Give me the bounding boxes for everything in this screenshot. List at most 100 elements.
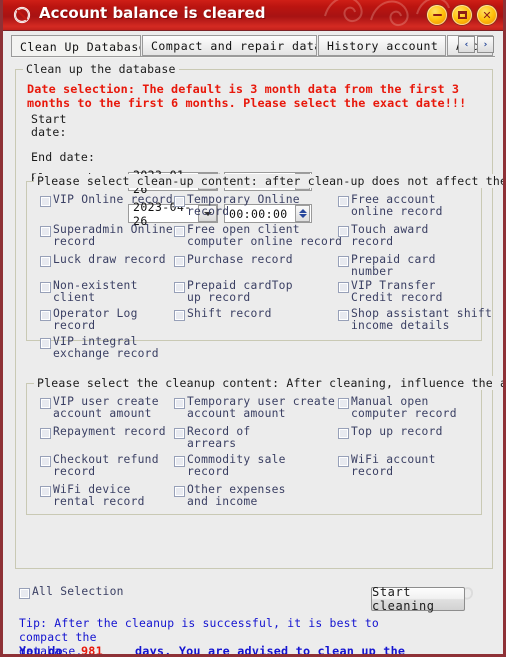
cleanup-content-group-two-legend: Please select the cleanup content: After… xyxy=(34,376,503,390)
cleanup-item-label: Manual open computer record xyxy=(351,395,457,420)
cleanup-item-checkbox[interactable]: Free open client computer online record xyxy=(174,224,342,248)
checkbox-box xyxy=(174,196,185,207)
ring-icon xyxy=(13,6,31,24)
checkbox-box xyxy=(338,226,349,237)
checkbox-box xyxy=(338,282,349,293)
application-window: Account balance is cleared ✕ Clean Up Da… xyxy=(0,0,506,657)
tab-clean-up-database[interactable]: Clean Up Database xyxy=(11,35,141,58)
cleanup-item-label: Operator Log record xyxy=(53,307,138,332)
cleanup-item-checkbox[interactable]: Free account online record xyxy=(338,194,443,218)
cleanup-item-checkbox[interactable]: Prepaid cardTop up record xyxy=(174,280,293,304)
window-title: Account balance is cleared xyxy=(39,4,266,22)
cleanup-item-checkbox[interactable]: VIP user create account amount xyxy=(40,396,159,420)
cleanup-item-checkbox[interactable]: Superadmin Online record xyxy=(40,224,173,248)
checkbox-box xyxy=(174,428,185,439)
cleanup-item-checkbox[interactable]: Checkout refund record xyxy=(40,454,159,478)
checkbox-box xyxy=(40,196,51,207)
cleanup-item-checkbox[interactable]: VIP Online record xyxy=(40,194,173,207)
cleanup-item-checkbox[interactable]: Repayment record xyxy=(40,426,166,439)
cleanup-item-label: Other expenses and income xyxy=(187,483,286,508)
cleanup-item-label: Commodity sale record xyxy=(187,453,286,478)
checkbox-box xyxy=(19,588,30,599)
notice-part-two: days. You are advised to clean up the da… xyxy=(135,644,406,657)
checkbox-box xyxy=(174,282,185,293)
cleanup-item-checkbox[interactable]: Record of arrears xyxy=(174,426,250,450)
notice-days-count: 981 xyxy=(81,644,103,657)
close-icon: ✕ xyxy=(482,8,492,22)
title-bar: Account balance is cleared ✕ xyxy=(3,0,503,31)
notice-part-one: You do not have xyxy=(19,644,63,657)
cleanup-item-checkbox[interactable]: Touch award record xyxy=(338,224,429,248)
clean-up-database-group-legend: Clean up the database xyxy=(23,62,179,76)
cleanup-item-label: Shop assistant shift income details xyxy=(351,307,493,332)
cleanup-item-checkbox[interactable]: Prepaid card number xyxy=(338,254,436,278)
tab-scroll-prev-button[interactable]: ‹ xyxy=(458,36,475,53)
cleanup-item-label: Repayment record xyxy=(53,425,166,438)
cleanup-item-label: Temporary Online record xyxy=(187,193,300,218)
maximize-button[interactable] xyxy=(452,5,472,25)
checkbox-box xyxy=(174,486,185,497)
cleanup-item-label: Non-existent client xyxy=(53,279,138,304)
checkbox-box xyxy=(40,398,51,409)
checkbox-box xyxy=(40,338,51,349)
tab-history-account-zero[interactable]: History account zero xyxy=(318,35,446,56)
start-date-label: Start date: xyxy=(31,112,67,139)
cleanup-item-label: Luck draw record xyxy=(53,253,166,266)
cleanup-item-label: VIP integral exchange record xyxy=(53,335,159,360)
cleanup-content-group-one-legend: Please select clean-up content: after cl… xyxy=(34,174,503,188)
minimize-button[interactable] xyxy=(427,5,447,25)
cleanup-item-label: VIP Online record xyxy=(53,193,173,206)
cleanup-item-label: Free open client computer online record xyxy=(187,223,343,248)
start-cleaning-button[interactable]: Start cleaning xyxy=(371,585,465,613)
all-selection-checkbox[interactable]: All Selection xyxy=(19,586,124,599)
all-selection-label: All Selection xyxy=(32,585,124,598)
cleanup-item-label: Purchase record xyxy=(187,253,293,266)
close-button[interactable]: ✕ xyxy=(477,5,497,25)
checkbox-box xyxy=(174,256,185,267)
cleanup-item-label: Prepaid card number xyxy=(351,253,436,278)
cleanup-item-checkbox[interactable]: Shop assistant shift income details xyxy=(338,308,492,332)
cleanup-item-checkbox[interactable]: WiFi account record xyxy=(338,454,436,478)
checkbox-box xyxy=(174,310,185,321)
checkbox-box xyxy=(174,226,185,237)
cleanup-item-checkbox[interactable]: Top up record xyxy=(338,426,443,439)
cleanup-item-label: Free account online record xyxy=(351,193,443,218)
cleanup-item-checkbox[interactable]: Luck draw record xyxy=(40,254,166,267)
checkbox-box xyxy=(338,310,349,321)
cleanup-item-label: Prepaid cardTop up record xyxy=(187,279,293,304)
checkbox-box xyxy=(40,428,51,439)
checkbox-box xyxy=(40,282,51,293)
cleanup-item-checkbox[interactable]: VIP Transfer Credit record xyxy=(338,280,443,304)
cleanup-item-label: Top up record xyxy=(351,425,443,438)
cleanup-item-checkbox[interactable]: Purchase record xyxy=(174,254,293,267)
cleanup-item-checkbox[interactable]: Shift record xyxy=(174,308,272,321)
cleanup-item-checkbox[interactable]: Temporary Online record xyxy=(174,194,300,218)
cleanup-item-label: Checkout refund record xyxy=(53,453,159,478)
tab-scroll-next-button[interactable]: › xyxy=(477,36,494,53)
checkbox-box xyxy=(40,256,51,267)
cleanup-item-checkbox[interactable]: VIP integral exchange record xyxy=(40,336,159,360)
checkbox-box xyxy=(338,428,349,439)
cleanup-item-label: VIP user create account amount xyxy=(53,395,159,420)
checkbox-box xyxy=(338,196,349,207)
cleanup-item-checkbox[interactable]: Other expenses and income xyxy=(174,484,286,508)
cleanup-item-label: Shift record xyxy=(187,307,272,320)
cleanup-item-checkbox[interactable]: Operator Log record xyxy=(40,308,138,332)
cleanup-item-checkbox[interactable]: Temporary user create account amount xyxy=(174,396,335,420)
checkbox-box xyxy=(40,486,51,497)
checkbox-box xyxy=(338,398,349,409)
tab-compact-and-repair-databases[interactable]: Compact and repair databases xyxy=(142,35,317,56)
checkbox-box xyxy=(40,226,51,237)
cleanup-item-label: Superadmin Online record xyxy=(53,223,173,248)
checkbox-box xyxy=(40,310,51,321)
tab-panel-clean-up-database: Clean up the database Date selection: Th… xyxy=(6,58,503,654)
cleanup-item-label: Temporary user create account amount xyxy=(187,395,336,420)
tab-bar: Clean Up Database Compact and repair dat… xyxy=(11,35,495,58)
cleanup-item-checkbox[interactable]: Commodity sale record xyxy=(174,454,286,478)
cleanup-item-checkbox[interactable]: WiFi device rental record xyxy=(40,484,145,508)
cleanup-item-checkbox[interactable]: Non-existent client xyxy=(40,280,138,304)
date-selection-warning: Date selection: The default is 3 month d… xyxy=(27,82,467,110)
cleanup-item-label: WiFi account record xyxy=(351,453,436,478)
cleanup-item-label: Touch award record xyxy=(351,223,429,248)
cleanup-item-checkbox[interactable]: Manual open computer record xyxy=(338,396,457,420)
